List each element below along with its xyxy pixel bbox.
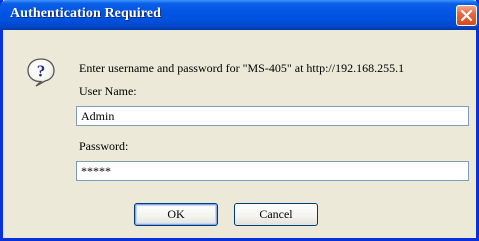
ok-button[interactable]: OK bbox=[134, 203, 218, 226]
password-field[interactable] bbox=[76, 161, 469, 181]
close-button[interactable] bbox=[456, 5, 477, 26]
password-label: Password: bbox=[79, 139, 129, 153]
title-bar[interactable]: Authentication Required bbox=[0, 0, 479, 30]
svg-text:?: ? bbox=[37, 62, 46, 81]
dialog-title: Authentication Required bbox=[10, 6, 161, 21]
close-icon bbox=[460, 9, 473, 22]
question-icon: ? bbox=[27, 58, 55, 87]
username-field[interactable] bbox=[76, 106, 469, 126]
auth-dialog: Authentication Required ? Enter username… bbox=[0, 0, 479, 241]
auth-prompt: Enter username and password for "MS-405"… bbox=[79, 61, 405, 75]
username-label: User Name: bbox=[79, 84, 137, 98]
cancel-button[interactable]: Cancel bbox=[234, 203, 318, 226]
